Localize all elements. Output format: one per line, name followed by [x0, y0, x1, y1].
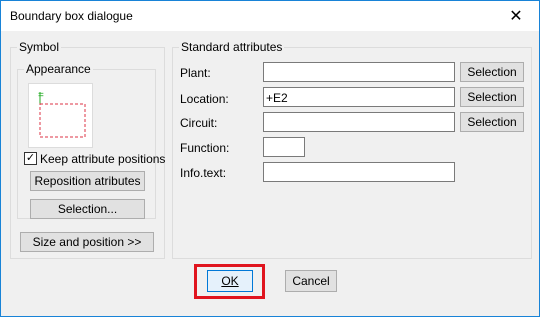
preview-box	[39, 103, 86, 138]
symbol-selection-label: Selection...	[57, 202, 118, 216]
keep-positions-label: Keep attribute positions	[40, 152, 166, 166]
symbol-selection-button[interactable]: Selection...	[30, 199, 145, 219]
close-icon: ✕	[509, 8, 523, 25]
title-bar: Boundary box dialogue ✕	[1, 1, 539, 31]
location-input[interactable]	[263, 87, 455, 107]
circuit-input[interactable]	[263, 112, 455, 132]
circuit-label: Circuit:	[180, 116, 218, 130]
preview-graphic: =	[38, 90, 86, 138]
dialog-window: Boundary box dialogue ✕ Symbol Appearanc…	[0, 0, 540, 317]
plant-input[interactable]	[263, 62, 455, 82]
plant-selection-button[interactable]: Selection	[460, 62, 524, 82]
keep-positions-checkbox[interactable]: ✓	[24, 152, 37, 165]
circuit-selection-button[interactable]: Selection	[460, 112, 524, 132]
location-label: Location:	[180, 92, 229, 106]
size-position-label: Size and position >>	[32, 235, 142, 249]
function-label: Function:	[180, 141, 230, 155]
appearance-label: Appearance	[24, 62, 93, 76]
cancel-button[interactable]: Cancel	[285, 270, 337, 292]
window-title: Boundary box dialogue	[10, 9, 133, 23]
standard-group-label: Standard attributes	[179, 40, 285, 54]
reposition-attributes-button[interactable]: Reposition atributes	[30, 171, 145, 191]
symbol-group-label: Symbol	[17, 40, 62, 54]
ok-button[interactable]: OK	[207, 270, 253, 292]
dialog-body: Symbol Appearance = ✓ Keep attribute pos…	[1, 31, 539, 316]
function-input[interactable]	[263, 137, 305, 157]
plant-label: Plant:	[180, 66, 211, 80]
info-text-label: Info.text:	[180, 166, 227, 180]
size-position-button[interactable]: Size and position >>	[20, 232, 154, 252]
circuit-selection-label: Selection	[467, 115, 517, 129]
ok-button-label: OK	[221, 274, 239, 288]
symbol-preview: =	[28, 83, 93, 148]
preview-tag: =	[38, 90, 44, 101]
close-button[interactable]: ✕	[493, 1, 539, 31]
reposition-button-label: Reposition atributes	[34, 174, 141, 188]
info-text-input[interactable]	[263, 162, 455, 182]
location-selection-label: Selection	[467, 90, 517, 104]
location-selection-button[interactable]: Selection	[460, 87, 524, 107]
plant-selection-label: Selection	[467, 65, 517, 79]
cancel-button-label: Cancel	[292, 274, 330, 288]
